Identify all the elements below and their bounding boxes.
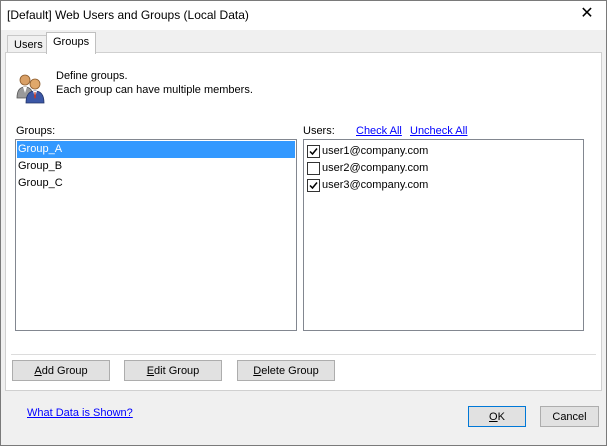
uncheck-all-link[interactable]: Uncheck All	[410, 125, 467, 137]
group-item-b[interactable]: Group_B	[17, 158, 295, 175]
delete-group-button[interactable]: Delete Group	[237, 360, 335, 381]
user3-checkbox[interactable]	[307, 179, 320, 192]
description-line-2: Each group can have multiple members.	[56, 84, 253, 96]
ok-button[interactable]: OK	[468, 406, 526, 427]
check-all-link[interactable]: Check All	[356, 125, 402, 137]
user3-label: user3@company.com	[322, 179, 429, 191]
checkmark-icon	[309, 182, 318, 190]
tab-groups-label: Groups	[53, 36, 90, 48]
cancel-button[interactable]: Cancel	[540, 406, 599, 427]
groups-label: Groups:	[16, 125, 56, 137]
user2-label: user2@company.com	[322, 162, 429, 174]
group-item-a[interactable]: Group_A	[17, 141, 295, 158]
user1-checkbox[interactable]	[307, 145, 320, 158]
ok-label: K	[497, 411, 505, 423]
description-line-1: Define groups.	[56, 70, 128, 82]
edit-group-button[interactable]: Edit Group	[124, 360, 222, 381]
people-icon	[16, 74, 45, 104]
user2-checkbox[interactable]	[307, 162, 320, 175]
checkmark-icon	[309, 148, 318, 156]
edit-group-label: dit Group	[154, 365, 200, 377]
tab-groups[interactable]: Groups	[46, 32, 97, 54]
group-item-c[interactable]: Group_C	[17, 175, 295, 192]
ok-accel: O	[489, 411, 498, 423]
delete-group-label: elete Group	[261, 365, 319, 377]
add-group-accel: A	[34, 365, 42, 377]
users-label: Users:	[303, 125, 335, 137]
users-listbox[interactable]: user1@company.com user2@company.com user…	[303, 139, 584, 331]
user1-label: user1@company.com	[322, 145, 429, 157]
groups-listbox[interactable]: Group_A Group_B Group_C	[15, 139, 297, 331]
dialog-window: [Default] Web Users and Groups (Local Da…	[0, 0, 607, 446]
tab-users-label: Users	[14, 39, 43, 51]
cancel-label: Cancel	[552, 411, 587, 423]
groups-tab-panel: Define groups. Each group can have multi…	[5, 52, 602, 391]
divider	[11, 354, 596, 355]
tab-users[interactable]: Users	[7, 35, 50, 53]
what-data-shown-link[interactable]: What Data is Shown?	[27, 407, 133, 419]
close-icon[interactable]: ✕	[578, 5, 596, 23]
add-group-label: dd Group	[41, 365, 88, 377]
edit-group-accel: E	[146, 365, 155, 377]
window-title: [Default] Web Users and Groups (Local Da…	[7, 8, 249, 22]
title-bar: [Default] Web Users and Groups (Local Da…	[1, 1, 606, 30]
add-group-button[interactable]: Add Group	[12, 360, 110, 381]
